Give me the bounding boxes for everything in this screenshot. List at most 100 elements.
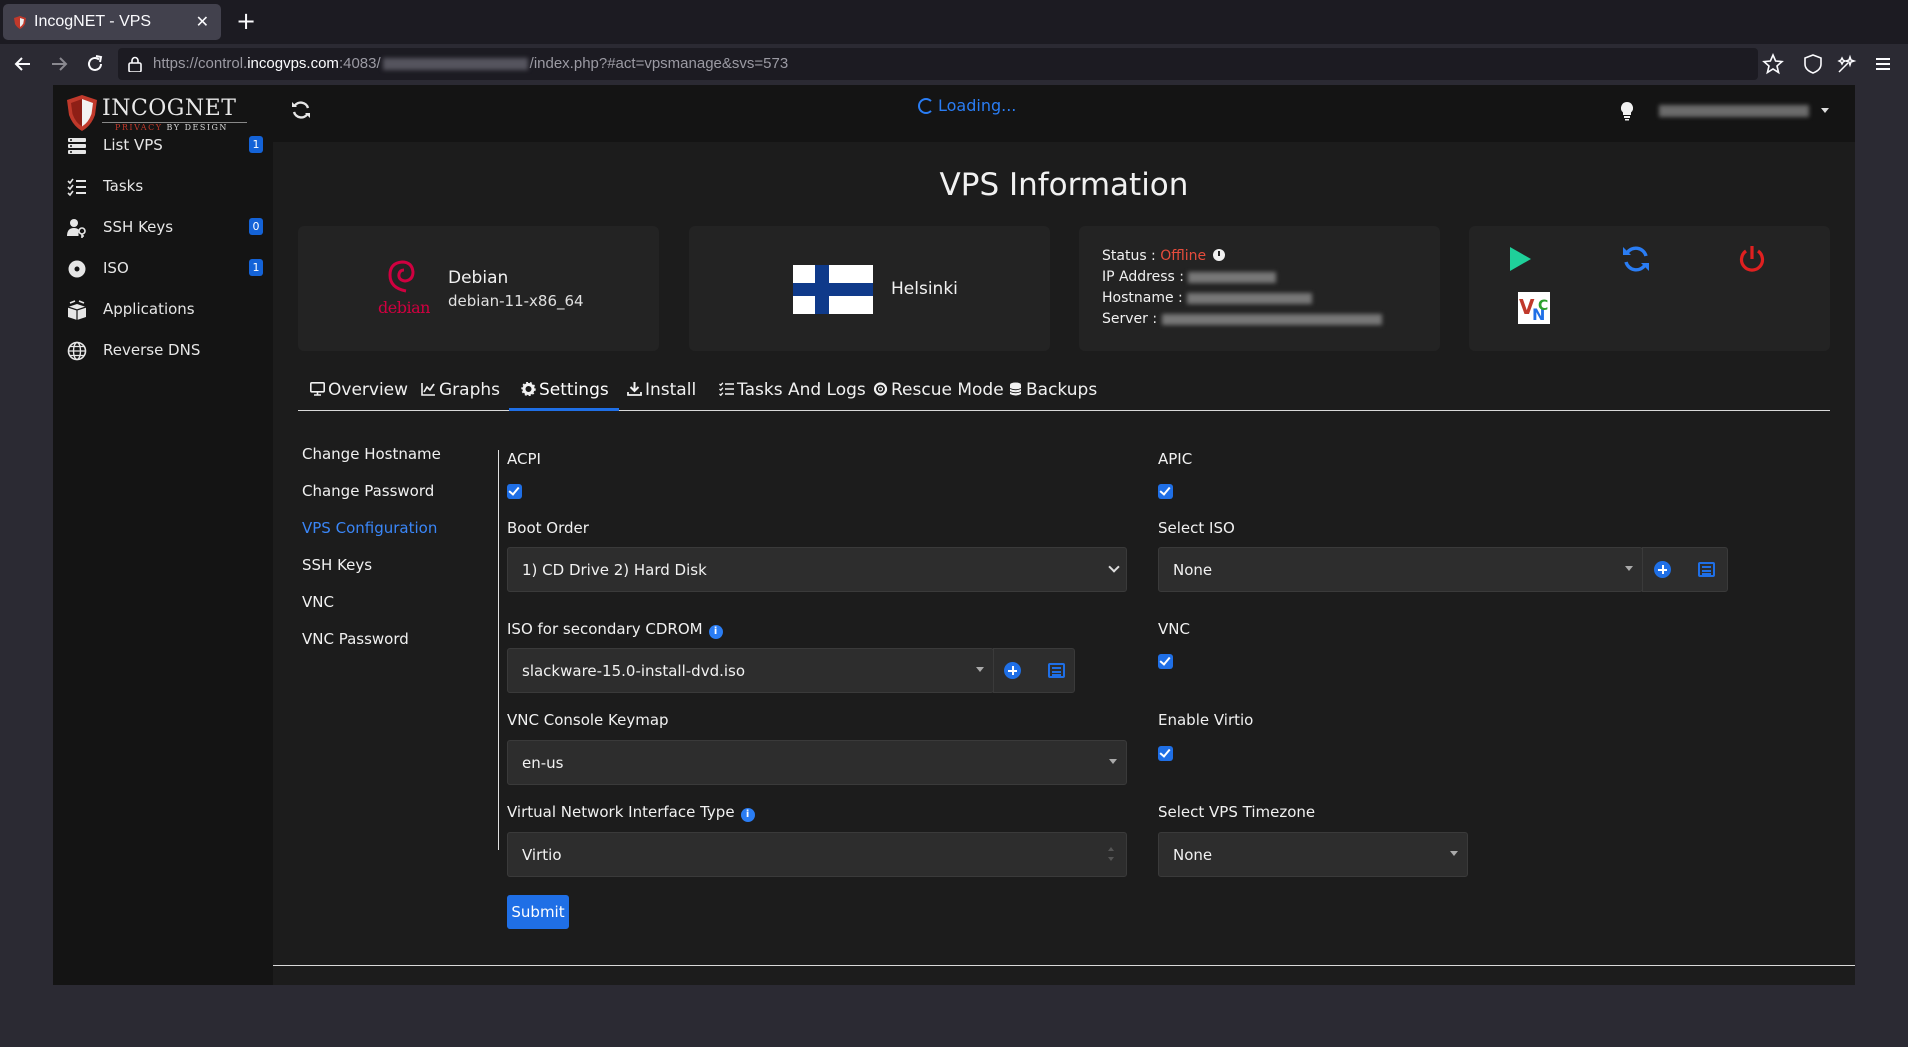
list-icon[interactable] [1048,663,1065,678]
url-text[interactable]: https://control.incogvps.com:4083//index… [153,55,788,72]
select-iso-select[interactable]: None [1158,547,1643,592]
tab-backups[interactable]: Backups [1008,353,1097,410]
address-bar[interactable]: https://control.incogvps.com:4083//index… [118,48,1758,80]
count-badge: 1 [249,136,263,153]
tab-rescue-mode[interactable]: Rescue Mode [873,353,1004,410]
nic-type-label: Virtual Network Interface Type i [507,803,755,822]
tab-graphs[interactable]: Graphs [421,353,500,410]
caret-down-icon [1109,759,1117,764]
tab-settings[interactable]: Settings [509,353,619,411]
restart-icon[interactable] [1621,244,1651,274]
select-iso-addon [1642,547,1728,592]
sidebar-item-label: Tasks [103,177,144,195]
info-icon[interactable]: i [708,625,723,639]
iso2-select[interactable]: slackware-15.0-install-dvd.iso [507,648,994,693]
lightbulb-icon[interactable] [1619,101,1635,121]
os-version: debian-11-x86_64 [448,292,584,310]
debian-wordmark: debian [378,298,430,317]
task-list-icon [67,178,86,197]
user-menu[interactable] [1659,105,1829,117]
redacted-ip [1188,271,1277,283]
tab-overview[interactable]: Overview [310,353,408,410]
chart-icon [421,383,435,396]
chevron-down-icon [1108,561,1120,573]
subnav-ssh-keys[interactable]: SSH Keys [302,556,372,574]
bookmark-star-icon[interactable] [1762,53,1784,75]
browser-nav-bar: https://control.incogvps.com:4083//index… [0,44,1908,84]
add-circle-icon[interactable] [1004,662,1021,679]
redacted-url-segment [382,58,528,71]
user-key-icon [67,219,86,238]
info-icon[interactable]: i [740,808,755,822]
hostname-row: Hostname : [1102,290,1313,306]
apic-checkbox[interactable] [1158,484,1173,499]
close-tab-icon[interactable]: ✕ [196,12,209,31]
back-icon[interactable] [12,53,34,75]
tab-tasks-and-logs[interactable]: Tasks And Logs [719,353,866,410]
vnc-checkbox[interactable] [1158,654,1173,669]
shield-protection-icon[interactable] [1802,53,1824,75]
debian-logo: debian [378,258,430,324]
finland-flag-icon [793,265,873,314]
sidebar-item-reverse-dns[interactable]: Reverse DNS [67,336,263,366]
caret-down-icon [1821,108,1829,113]
nic-type-value: Virtio [522,846,562,864]
boot-order-select[interactable]: 1) CD Drive 2) Hard Disk [507,547,1127,592]
subnav-vnc[interactable]: VNC [302,593,334,611]
submit-button[interactable]: Submit [507,895,569,929]
tab-install[interactable]: Install [627,353,696,410]
up-down-arrows-icon [1108,847,1114,861]
keymap-label: VNC Console Keymap [507,711,669,729]
sidebar-item-tasks[interactable]: Tasks [67,172,263,202]
sidebar-item-label: Applications [103,300,195,318]
sidebar: INCOGNET PRIVACY BY DESIGN List VPS 1 Ta… [53,85,273,985]
subnav-change-password[interactable]: Change Password [302,482,434,500]
subnav-change-hostname[interactable]: Change Hostname [302,445,441,463]
os-name: Debian [448,268,509,288]
list-icon[interactable] [1698,562,1715,577]
new-tab-button[interactable]: + [236,8,256,34]
sidebar-item-list-vps[interactable]: List VPS 1 [67,131,263,161]
redacted-username [1659,105,1809,117]
sidebar-item-applications[interactable]: Applications [67,295,263,325]
virtio-label: Enable Virtio [1158,711,1254,729]
browser-tab-title: IncogNET - VPS [34,13,152,30]
sidebar-item-ssh-keys[interactable]: SSH Keys 0 [67,213,263,243]
keymap-select[interactable]: en-us [507,740,1127,785]
server-list-icon [68,138,86,154]
reload-icon[interactable] [84,53,106,75]
browser-tab[interactable]: IncogNET - VPS ✕ [3,4,221,40]
caret-down-icon [1625,566,1633,571]
menu-icon[interactable] [1872,53,1894,75]
page: INCOGNET PRIVACY BY DESIGN List VPS 1 Ta… [53,85,1855,985]
add-circle-icon[interactable] [1654,561,1671,578]
vnc-icon[interactable]: VNC [1518,292,1550,324]
sidebar-item-label: List VPS [103,136,163,154]
forward-icon[interactable] [48,53,70,75]
page-title: VPS Information [939,167,1189,203]
spinner-icon [918,98,934,114]
iso2-addon [993,648,1075,693]
lock-icon[interactable] [128,56,142,72]
power-icon[interactable] [1737,244,1767,274]
subnav-vps-configuration[interactable]: VPS Configuration [302,519,437,537]
sidebar-item-iso[interactable]: ISO 1 [67,254,263,284]
iso2-value: slackware-15.0-install-dvd.iso [522,662,746,680]
acpi-checkbox[interactable] [507,484,522,499]
extensions-icon[interactable] [1836,53,1858,75]
footer-divider [273,965,1855,966]
timezone-select[interactable]: None [1158,832,1468,877]
vnc-label: VNC [1158,620,1190,638]
sidebar-item-label: Reverse DNS [103,341,201,359]
nic-type-select[interactable]: Virtio [507,832,1127,877]
boot-order-label: Boot Order [507,519,589,537]
incognet-logo[interactable]: INCOGNET PRIVACY BY DESIGN [67,93,247,133]
refresh-icon[interactable] [290,99,312,121]
debian-swirl-icon [388,260,415,293]
caret-down-icon [976,667,984,672]
virtio-checkbox[interactable] [1158,746,1173,761]
status-row: Status : Offline [1102,248,1225,264]
os-card: debian Debian debian-11-x86_64 [298,226,659,351]
play-icon[interactable] [1505,244,1535,274]
subnav-vnc-password[interactable]: VNC Password [302,630,409,648]
